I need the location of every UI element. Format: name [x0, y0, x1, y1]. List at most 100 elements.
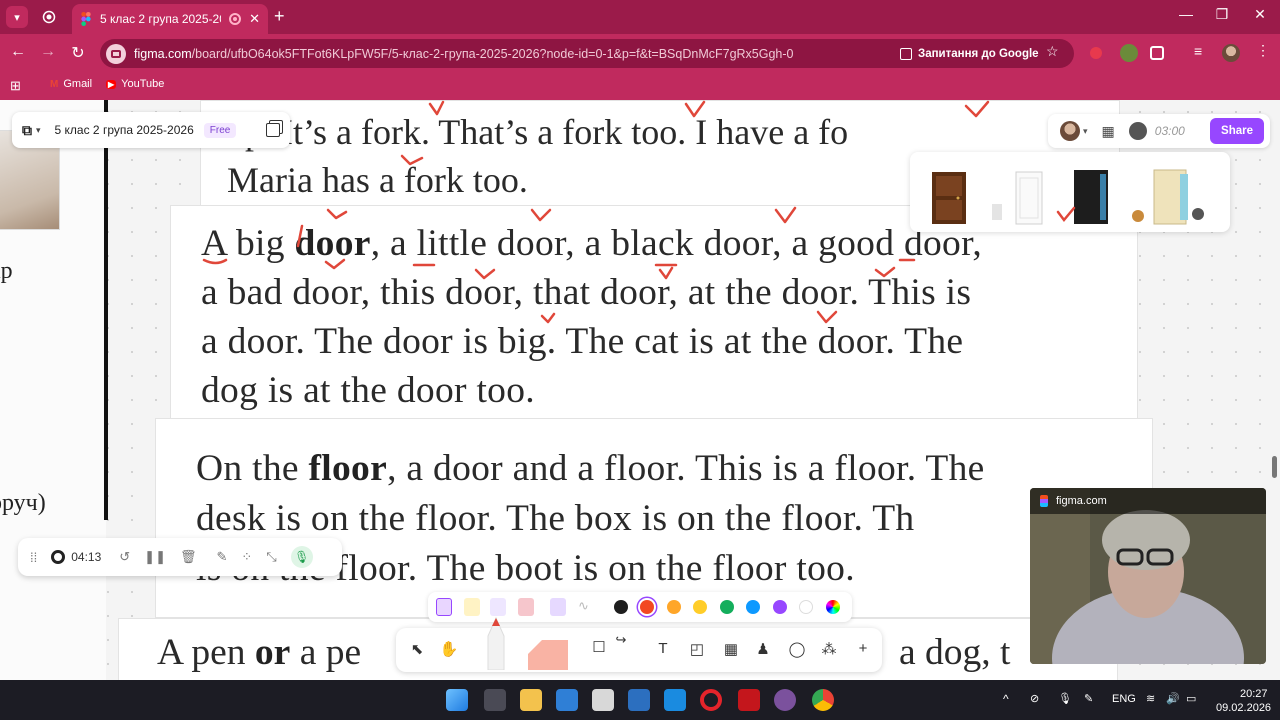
shape-tool-icon[interactable]: ☐ [588, 638, 610, 656]
pages-icon[interactable] [266, 123, 280, 137]
language-indicator[interactable]: ENG [1112, 693, 1136, 705]
maximize-icon[interactable]: ❐ [1212, 6, 1232, 23]
left-text-fragment: оруч) [0, 490, 46, 516]
muted-icon[interactable]: ⊘ [1030, 692, 1039, 705]
printer-app-icon[interactable] [592, 689, 614, 711]
layout-icon[interactable]: ▦ [1102, 123, 1115, 140]
more-tools-icon[interactable]: ⁂ [818, 640, 840, 658]
share-button[interactable]: Share [1210, 118, 1264, 144]
record-icon[interactable] [51, 550, 66, 564]
recording-extension-icon[interactable] [1090, 47, 1102, 59]
lasso-icon[interactable] [550, 598, 566, 616]
clock-date[interactable]: 09.02.2026 [1216, 702, 1271, 714]
timer-display[interactable]: 03:00 [1155, 124, 1185, 138]
color-swatch-green[interactable] [720, 600, 734, 614]
figjam-canvas[interactable]: ар оруч) up. It’s a fork. That’s a fork … [0, 100, 1280, 680]
stamp-tool-icon[interactable]: ♟ [752, 640, 774, 658]
comment-tool-icon[interactable]: ◯ [786, 640, 808, 658]
color-swatch-blue[interactable] [746, 600, 760, 614]
color-swatch-white[interactable] [799, 600, 813, 614]
eraser-icon[interactable] [518, 598, 534, 616]
store-icon[interactable] [556, 689, 578, 711]
acrobat-icon[interactable] [738, 689, 760, 711]
site-info-icon[interactable] [106, 43, 126, 64]
ask-google-button[interactable]: Запитання до Google [900, 43, 1039, 64]
bookmark-gmail[interactable]: M Gmail [50, 78, 92, 90]
bookmark-star-icon[interactable]: ☆ [1046, 43, 1059, 60]
menu-icon[interactable]: ⋮ [1256, 42, 1274, 60]
door-images-card[interactable] [910, 152, 1230, 232]
connector-icon[interactable]: ↪ [610, 632, 632, 648]
pause-icon[interactable]: ❚❚ [144, 549, 166, 565]
windows-start-icon[interactable] [446, 689, 468, 711]
highlighter-icon[interactable] [464, 598, 480, 616]
plan-badge[interactable]: Free [203, 122, 237, 138]
color-swatch-orange[interactable] [667, 600, 681, 614]
address-bar[interactable]: figma.com/board/ufbO64ok5FTFot6KLpFW5F/5… [100, 39, 1074, 68]
color-swatch-red[interactable] [640, 600, 654, 614]
extensions-puzzle-icon[interactable] [1150, 46, 1164, 60]
tray-chevron-icon[interactable]: ^ [1003, 692, 1009, 706]
profile-avatar[interactable] [1222, 44, 1240, 62]
close-window-icon[interactable]: ✕ [1250, 6, 1270, 23]
reload-icon[interactable]: ↻ [68, 43, 88, 63]
blur-icon[interactable]: ⁘ [241, 549, 252, 565]
webcam-overlay[interactable]: figma.com [1030, 488, 1266, 664]
color-swatch-black[interactable] [614, 600, 628, 614]
new-tab-button[interactable]: + [274, 7, 285, 25]
pen-icon[interactable]: ✎ [216, 549, 227, 565]
microphone-icon[interactable]: 🎙 [290, 546, 313, 568]
app-icon[interactable] [664, 689, 686, 711]
media-control-icon[interactable]: ≡ [1194, 43, 1212, 61]
mic-tray-icon[interactable]: 🎙 [1058, 692, 1072, 705]
add-icon[interactable]: + [852, 640, 874, 657]
color-swatch-yellow[interactable] [693, 600, 707, 614]
delete-icon[interactable]: 🗑 [180, 549, 197, 565]
marker-tool-icon[interactable] [482, 614, 510, 670]
file-name[interactable]: 5 клас 2 група 2025-2026 [55, 123, 194, 137]
url-text[interactable]: figma.com/board/ufbO64ok5FTFot6KLpFW5F/5… [134, 47, 794, 61]
custom-color-icon[interactable] [826, 600, 840, 614]
forward-icon[interactable]: → [38, 43, 58, 61]
worksheet-page-floor[interactable]: On the floor, a door and a floor. This i… [155, 418, 1153, 618]
battery-icon[interactable]: ▭ [1186, 692, 1196, 705]
section-tool-icon[interactable]: ◰ [686, 640, 708, 658]
timer-icon[interactable] [1128, 122, 1147, 140]
text-tool-icon[interactable]: T [652, 640, 674, 657]
smooth-line-icon[interactable]: ∿ [578, 598, 589, 614]
minimize-icon[interactable]: — [1176, 6, 1196, 22]
extension-icon[interactable] [1120, 44, 1138, 62]
tab-figma-board[interactable]: 5 клас 2 група 2025-2026 - ✕ [72, 4, 268, 34]
chrome-icon[interactable] [812, 689, 834, 711]
chevron-down-icon[interactable]: ▾ [1083, 126, 1088, 137]
apps-grid-icon[interactable]: ⊞ [10, 78, 21, 94]
sticky-shapes-icon[interactable] [524, 636, 572, 670]
tab-close-icon[interactable]: ✕ [249, 11, 260, 27]
bookmark-youtube[interactable]: ▶ YouTube [106, 78, 164, 90]
table-tool-icon[interactable]: ▦ [720, 640, 742, 658]
recording-tab-icon[interactable] [38, 6, 60, 28]
back-icon[interactable]: ← [8, 43, 28, 61]
user-avatar[interactable] [1060, 121, 1080, 141]
chevron-down-icon[interactable]: ▾ [36, 125, 41, 136]
color-swatch-purple[interactable] [773, 600, 787, 614]
drag-handle-icon[interactable]: ⁞⁞ [30, 550, 37, 565]
file-menu[interactable]: ⧉ ▾ 5 клас 2 група 2025-2026 Free [12, 112, 290, 148]
hand-tool-icon[interactable]: ✋ [438, 640, 460, 658]
file-explorer-icon[interactable] [520, 689, 542, 711]
tab-search-button[interactable]: ▾ [6, 6, 28, 28]
clock-time[interactable]: 20:27 [1240, 688, 1268, 700]
scrollbar-thumb[interactable] [1272, 456, 1277, 478]
restart-icon[interactable]: ↺ [119, 549, 130, 565]
volume-icon[interactable]: 🔊 [1166, 692, 1180, 705]
pointer-icon[interactable]: ⤡ [266, 549, 276, 565]
marker-pen-icon[interactable] [436, 598, 452, 616]
task-view-icon[interactable] [484, 689, 506, 711]
wifi-icon[interactable]: ≋ [1146, 692, 1155, 705]
pen-app-icon[interactable] [628, 689, 650, 711]
viber-icon[interactable] [774, 689, 796, 711]
figjam-logo-icon[interactable]: ⧉ [22, 122, 32, 139]
pen-tray-icon[interactable]: ✎ [1084, 692, 1093, 705]
select-tool-icon[interactable]: ⬉ [406, 640, 428, 658]
opera-icon[interactable] [700, 689, 722, 711]
